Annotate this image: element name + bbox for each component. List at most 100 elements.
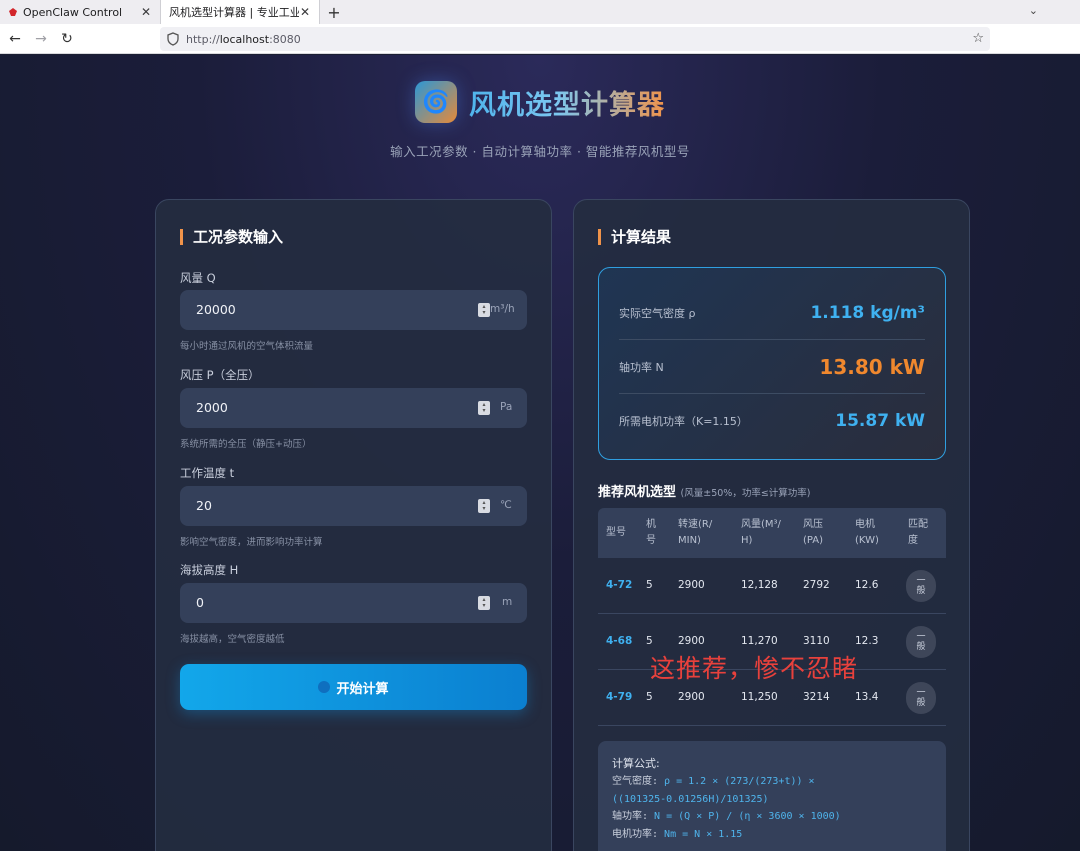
url-host: localhost <box>219 32 270 46</box>
formula-title: 计算公式: <box>612 757 660 770</box>
temperature-unit: ℃ <box>500 499 512 511</box>
pressure-input[interactable]: 2000 ▴ ▾ Pa <box>180 388 527 428</box>
header-rpm-line2: MIN) <box>678 535 701 546</box>
site-info-shield-icon <box>167 32 179 46</box>
overlay-comment: 这推荐，惨不忍睹 <box>650 654 859 683</box>
header-rpm-line1: 转速(R/ <box>678 519 713 530</box>
row-flow: 11,270 <box>741 635 778 647</box>
header-flow-line2: H) <box>741 535 753 546</box>
formula-shaft-label: 轴功率: <box>612 811 655 822</box>
row-rpm: 2900 <box>678 635 705 647</box>
row-pressure: 3110 <box>803 635 830 647</box>
close-tab-icon[interactable]: ✕ <box>140 5 152 19</box>
pressure-hint: 系统所需的全压（静压+动压） <box>180 439 312 450</box>
browser-tab-bar: OpenClaw Control ✕ 风机选型计算器 | 专业工业通 ✕ + ⌄ <box>0 0 1080 24</box>
density-row: 实际空气密度 ρ 1.118 kg/m³ <box>619 286 925 340</box>
shaft-power-row: 轴功率 N 13.80 kW <box>619 340 925 394</box>
row-motor: 13.4 <box>855 691 879 703</box>
recommend-title: 推荐风机选型 (风量±50%，功率≤计算功率) <box>598 481 811 500</box>
pressure-label: 风压 P（全压） <box>180 368 260 382</box>
bookmark-star-icon[interactable]: ☆ <box>972 31 984 46</box>
browser-nav-bar: ← → ↻ http://localhost:8080 ☆ <box>0 24 1080 54</box>
temperature-stepper-icon[interactable]: ▴ ▾ <box>478 499 490 513</box>
page-subtitle: 输入工况参数 · 自动计算轴功率 · 智能推荐风机型号 <box>390 144 690 159</box>
formula-shaft-code: N = (Q × P) / (η × 3600 × 1000) <box>654 811 841 822</box>
close-tab-icon[interactable]: ✕ <box>299 5 311 19</box>
header-motor-line1: 电机 <box>855 519 875 530</box>
temperature-input[interactable]: 20 ▴ ▾ ℃ <box>180 486 527 526</box>
header-no-line2: 号 <box>646 535 656 546</box>
formula-shaft-line: 轴功率: N = (Q × P) / (η × 3600 × 1000) <box>612 808 932 826</box>
input-section-title: 工况参数输入 <box>180 229 283 245</box>
recommend-title-text: 推荐风机选型 <box>598 485 677 500</box>
tab-openclaw-control[interactable]: OpenClaw Control ✕ <box>0 0 160 24</box>
temperature-hint: 影响空气密度，进而影响功率计算 <box>180 537 323 548</box>
flow-input[interactable]: 20000 ▴ ▾ m³/h <box>180 290 527 330</box>
header-match-line2: 度 <box>908 535 918 546</box>
formula-density-label: 空气密度: <box>612 776 665 787</box>
altitude-unit: m <box>502 596 513 608</box>
tab-list-chevron-icon[interactable]: ⌄ <box>1029 4 1038 17</box>
altitude-stepper-icon[interactable]: ▴ ▾ <box>478 596 490 610</box>
header-pressure: 风压 (PA) <box>803 517 823 549</box>
motor-power-row: 所需电机功率（K=1.15） 15.87 kW <box>619 394 925 448</box>
row-motor: 12.6 <box>855 579 879 591</box>
altitude-label: 海拔高度 H <box>180 563 239 577</box>
match-badge: 一般 <box>906 626 936 658</box>
row-rpm: 2900 <box>678 691 705 703</box>
page-header: 🌀 风机选型计算器 输入工况参数 · 自动计算轴功率 · 智能推荐风机型号 <box>0 81 1080 160</box>
result-section-title: 计算结果 <box>598 229 671 245</box>
row-pressure: 2792 <box>803 579 830 591</box>
shaft-power-label: 轴功率 N <box>619 360 664 374</box>
openclaw-favicon-icon <box>9 8 17 16</box>
row-flow: 11,250 <box>741 691 778 703</box>
result-card: 计算结果 实际空气密度 ρ 1.118 kg/m³ 轴功率 N 13.80 kW… <box>573 199 970 851</box>
header-model-text: 型号 <box>606 527 626 538</box>
tab-fan-calculator[interactable]: 风机选型计算器 | 专业工业通 ✕ <box>160 0 320 24</box>
formula-motor-line: 电机功率: Nm = N × 1.15 <box>612 826 932 844</box>
input-card: 工况参数输入 风量 Q 20000 ▴ ▾ m³/h 每小时通过风机的空气体积流量… <box>155 199 552 851</box>
address-bar[interactable]: http://localhost:8080 ☆ <box>160 27 990 51</box>
formula-box: 计算公式: 空气密度: ρ = 1.2 × (273/(273+t)) × ((… <box>598 741 946 851</box>
header-rpm: 转速(R/MIN) <box>678 517 712 549</box>
row-model: 4-72 <box>606 579 633 591</box>
reload-icon[interactable]: ↻ <box>54 26 80 52</box>
url-scheme: http:// <box>186 32 220 46</box>
flow-stepper-icon[interactable]: ▴ ▾ <box>478 303 490 317</box>
formula-density-code: ρ = 1.2 × (273/(273+t)) × <box>664 776 815 787</box>
row-no: 5 <box>646 579 653 591</box>
header-no: 机号 <box>646 517 656 549</box>
formula-motor-label: 电机功率: <box>612 828 665 840</box>
calculate-icon <box>318 681 331 693</box>
recommend-table: 型号 机号 转速(R/MIN) 风量(M³/H) 风压 (PA) 电机 (KW) 匹… <box>598 508 946 726</box>
new-tab-button[interactable]: + <box>320 0 348 24</box>
flow-value: 20000 <box>196 302 236 317</box>
fan-swirl-icon: 🌀 <box>415 81 457 123</box>
recommend-note: (风量±50%，功率≤计算功率) <box>680 488 811 499</box>
header-pressure-line1: 风压 <box>803 519 823 530</box>
match-badge: 一般 <box>906 570 936 602</box>
altitude-value: 0 <box>196 595 204 610</box>
motor-power-label: 所需电机功率（K=1.15） <box>619 415 748 428</box>
altitude-input[interactable]: 0 ▴ ▾ m <box>180 583 527 623</box>
pressure-value: 2000 <box>196 400 228 415</box>
tab-title: OpenClaw Control <box>23 5 123 19</box>
table-row[interactable]: 4-72 5 2900 12,128 2792 12.6 一般 <box>598 558 946 614</box>
header-model: 型号 <box>606 525 626 541</box>
forward-arrow-icon[interactable]: → <box>28 26 54 52</box>
header-pressure-line2: (PA) <box>803 535 824 546</box>
row-model: 4-68 <box>606 635 633 647</box>
pressure-stepper-icon[interactable]: ▴ ▾ <box>478 401 490 415</box>
url-port: :8080 <box>269 32 301 46</box>
motor-power-value: 15.87 kW <box>835 411 925 431</box>
flow-hint: 每小时通过风机的空气体积流量 <box>180 341 314 352</box>
back-arrow-icon[interactable]: ← <box>2 26 28 52</box>
flow-unit: m³/h <box>490 303 515 315</box>
table-header: 型号 机号 转速(R/MIN) 风量(M³/H) 风压 (PA) 电机 (KW) 匹… <box>598 508 946 558</box>
page-body: 🌀 风机选型计算器 输入工况参数 · 自动计算轴功率 · 智能推荐风机型号 工况… <box>0 55 1080 851</box>
row-rpm: 2900 <box>678 579 705 591</box>
result-summary-box: 实际空气密度 ρ 1.118 kg/m³ 轴功率 N 13.80 kW 所需电机… <box>598 267 946 460</box>
calculate-button[interactable]: 开始计算 <box>180 664 527 710</box>
header-no-line1: 机 <box>646 519 656 530</box>
row-no: 5 <box>646 635 653 647</box>
